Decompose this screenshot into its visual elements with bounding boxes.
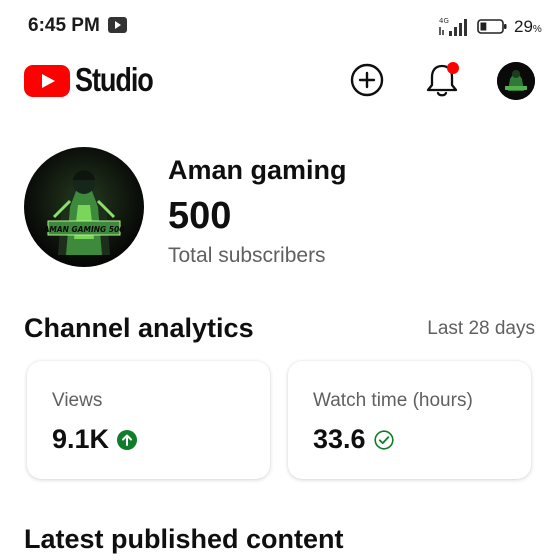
subscriber-count: 500	[168, 195, 232, 237]
views-card[interactable]: Views 9.1K	[27, 361, 270, 479]
analytics-period[interactable]: Last 28 days	[427, 318, 535, 340]
account-avatar[interactable]	[497, 62, 535, 100]
latest-content-title: Latest published content	[24, 524, 344, 554]
status-bar: 6:45 PM 4G 29%	[0, 0, 560, 52]
subscriber-label: Total subscribers	[168, 244, 326, 267]
app-title: Studio	[75, 61, 154, 98]
status-time: 6:45 PM	[28, 15, 100, 36]
create-plus-icon[interactable]	[350, 63, 384, 97]
battery-icon	[477, 19, 507, 34]
notification-dot	[447, 62, 459, 74]
network-label: 4G	[439, 17, 449, 25]
youtube-notification-icon	[108, 17, 127, 33]
youtube-logo-icon[interactable]	[24, 65, 70, 97]
channel-avatar-image: AMAN GAMING 500	[24, 147, 144, 267]
app-bar: Studio	[0, 56, 560, 108]
avatar-text: AMAN GAMING 500	[43, 225, 125, 234]
signal-icon: 4G	[439, 17, 467, 36]
account-avatar-image	[497, 62, 535, 100]
views-value: 9.1K	[52, 424, 110, 454]
channel-avatar[interactable]: AMAN GAMING 500	[24, 147, 144, 267]
watch-time-value-row: 33.6	[313, 424, 394, 455]
watch-time-label: Watch time (hours)	[313, 390, 473, 411]
arrow-up-circle-icon	[117, 429, 138, 450]
battery-percent: 29%	[514, 17, 542, 36]
check-circle-icon	[373, 429, 394, 450]
watch-time-value: 33.6	[313, 424, 366, 454]
views-value-row: 9.1K	[52, 424, 138, 455]
watch-time-card[interactable]: Watch time (hours) 33.6	[288, 361, 531, 479]
channel-name: Aman gaming	[168, 155, 347, 185]
views-label: Views	[52, 390, 103, 411]
bell-icon[interactable]	[425, 60, 461, 100]
analytics-title: Channel analytics	[24, 313, 254, 343]
